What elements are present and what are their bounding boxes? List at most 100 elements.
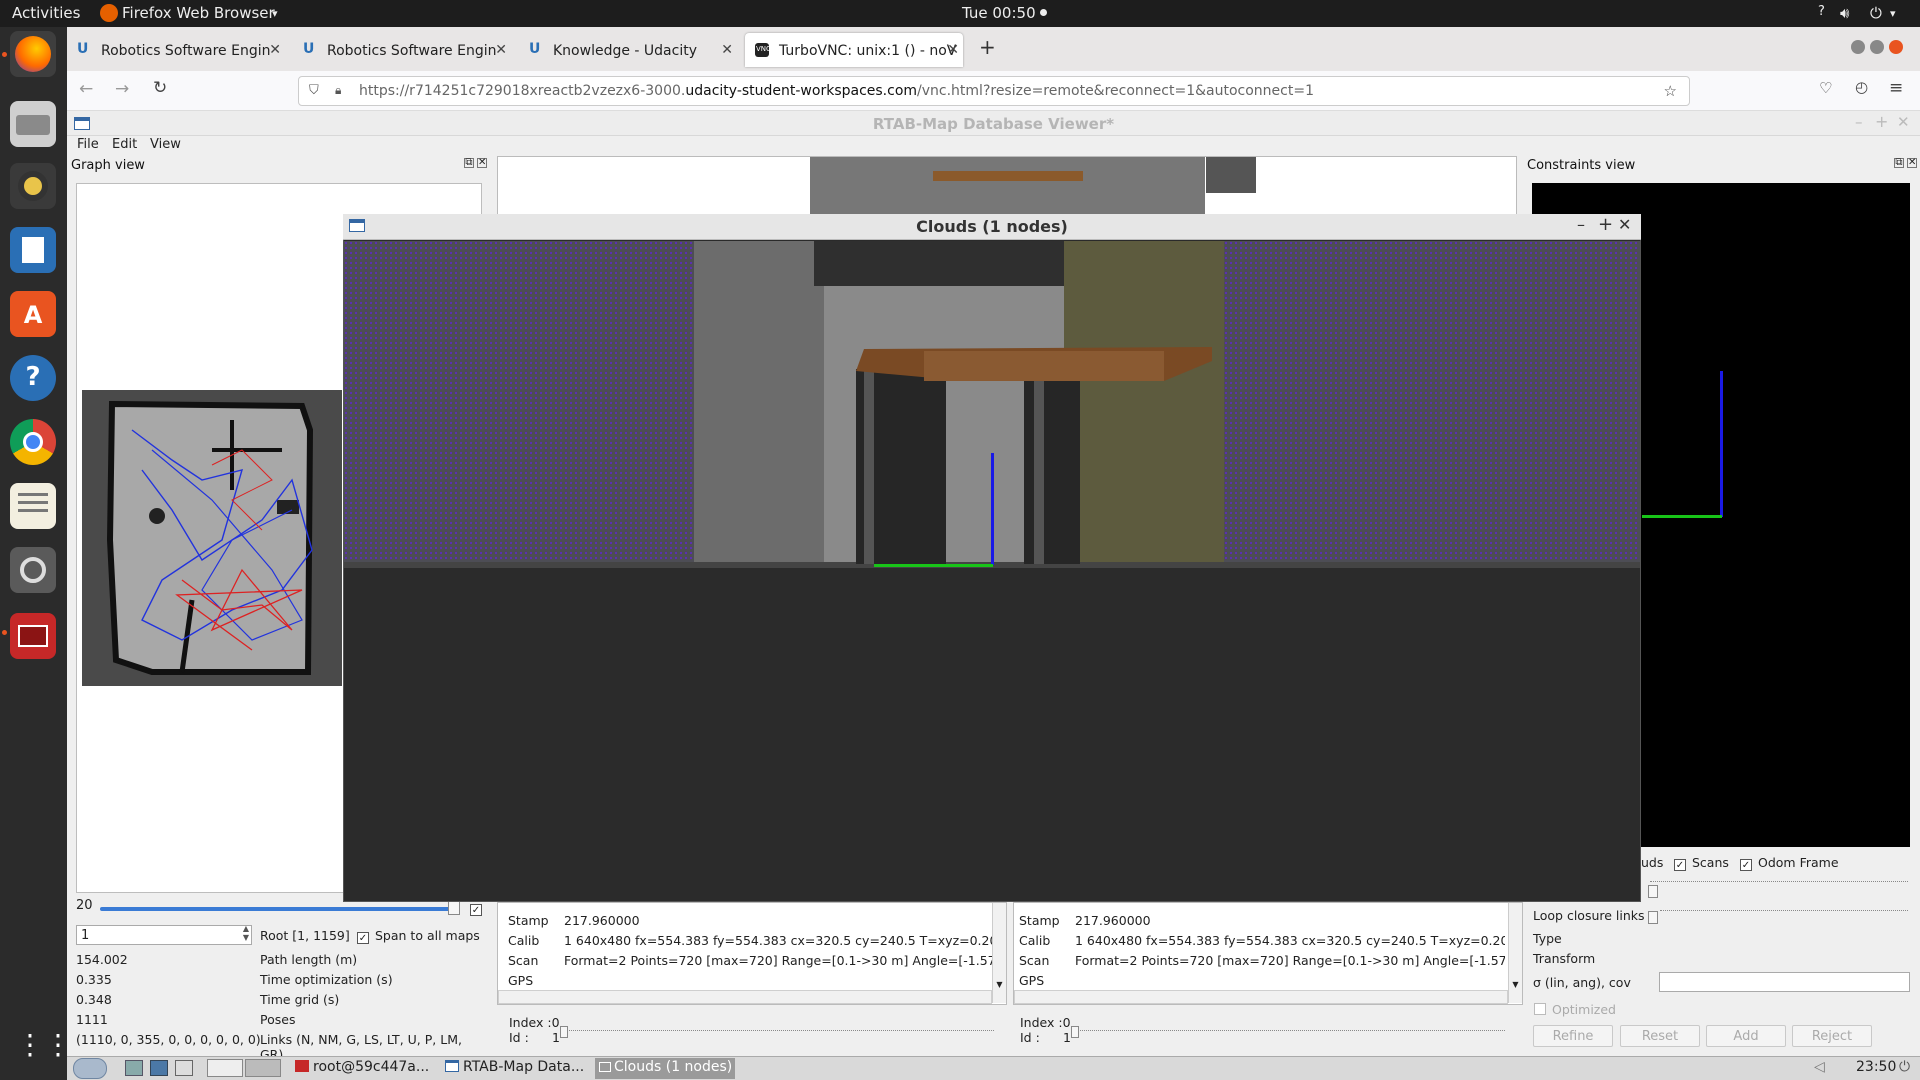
- id-slider-handle[interactable]: [1071, 1026, 1079, 1038]
- show-applications-icon[interactable]: ⋮⋮: [16, 1030, 72, 1064]
- clouds-titlebar: Clouds (1 nodes) – + ✕: [343, 214, 1641, 240]
- reject-button[interactable]: Reject: [1792, 1025, 1872, 1047]
- add-button[interactable]: Add: [1706, 1025, 1786, 1047]
- url-bar[interactable]: ⛉ 🔒︎ https://r714251c729018xreactb2vzezx…: [298, 76, 1690, 106]
- maximize-button[interactable]: [1870, 40, 1884, 54]
- close-window-button[interactable]: [1889, 40, 1903, 54]
- minimize-button[interactable]: [1851, 40, 1865, 54]
- id-slider-handle[interactable]: [560, 1026, 568, 1038]
- power-icon[interactable]: ⏻: [1870, 4, 1882, 22]
- id-slider-right[interactable]: [1073, 1030, 1505, 1034]
- power-icon[interactable]: ⏻: [1899, 1059, 1910, 1075]
- chevron-down-icon: ▾: [272, 7, 278, 20]
- writer-icon[interactable]: [10, 227, 56, 273]
- help-dock-icon[interactable]: ?: [10, 355, 56, 401]
- slider-handle[interactable]: [1648, 885, 1658, 898]
- menu-edit[interactable]: Edit: [112, 137, 137, 152]
- menu-file[interactable]: File: [77, 137, 99, 152]
- loop-closure-label: Loop closure links: [1533, 908, 1645, 923]
- rhythmbox-icon[interactable]: [10, 163, 56, 209]
- float-icon[interactable]: ⧉: [1894, 158, 1904, 168]
- forward-icon[interactable]: →: [115, 79, 129, 99]
- show-desktop-icon[interactable]: [125, 1060, 143, 1076]
- tab-robotics-2[interactable]: U Robotics Software Engin ✕: [293, 33, 511, 67]
- bookmark-star-icon[interactable]: ☆: [1664, 82, 1677, 100]
- tab-knowledge[interactable]: U Knowledge - Udacity ✕: [519, 33, 737, 67]
- constraints-slider-1[interactable]: [1650, 881, 1908, 885]
- id-value-right: 1: [1063, 1030, 1071, 1045]
- firefox-dock-icon[interactable]: [10, 31, 56, 77]
- minimize-icon[interactable]: –: [1577, 215, 1585, 234]
- reload-icon[interactable]: ↻: [153, 78, 167, 98]
- image-view[interactable]: [497, 156, 1517, 217]
- cloud-render[interactable]: [344, 241, 1640, 901]
- browser-launcher-icon[interactable]: [175, 1060, 193, 1076]
- close-icon[interactable]: ✕: [947, 42, 959, 58]
- chrome-icon[interactable]: [10, 419, 56, 465]
- float-icon[interactable]: ⧉: [464, 158, 474, 168]
- horizontal-scrollbar[interactable]: [498, 990, 992, 1004]
- maximize-icon[interactable]: +: [1598, 214, 1613, 235]
- close-icon[interactable]: ✕: [1897, 113, 1910, 131]
- pocket-icon[interactable]: ♡: [1819, 79, 1832, 97]
- start-icon[interactable]: [73, 1058, 107, 1079]
- help-icon[interactable]: ?: [1818, 4, 1825, 19]
- files-icon[interactable]: [10, 101, 56, 147]
- spin-arrows-icon[interactable]: ▲ ▼: [243, 924, 249, 942]
- zoom-slider[interactable]: [100, 907, 456, 911]
- close-icon[interactable]: ✕: [477, 158, 487, 168]
- close-icon[interactable]: ✕: [269, 42, 281, 58]
- text-editor-icon[interactable]: [10, 483, 56, 529]
- scans-checkbox[interactable]: ✓: [1674, 859, 1686, 871]
- slider-handle[interactable]: [1648, 911, 1658, 924]
- volume-icon[interactable]: 🔊︎: [1840, 4, 1849, 22]
- stat-value: 154.002: [76, 952, 128, 967]
- taskbar-rtabmap[interactable]: RTAB-Map Data...: [445, 1059, 590, 1078]
- maximize-icon[interactable]: +: [1875, 112, 1888, 131]
- loop-closure-slider[interactable]: [1660, 910, 1908, 914]
- new-tab-button[interactable]: +: [979, 35, 996, 59]
- optimized-checkbox[interactable]: [1534, 1003, 1546, 1015]
- tab-robotics-1[interactable]: U Robotics Software Engin ✕: [67, 33, 285, 67]
- taskbar-terminal[interactable]: root@59c447a...: [295, 1059, 440, 1078]
- sigma-field[interactable]: [1659, 972, 1910, 992]
- zoom-slider-handle[interactable]: [448, 901, 460, 915]
- workspace-2[interactable]: [245, 1059, 281, 1077]
- root-spinbox[interactable]: 1 ▲ ▼: [76, 924, 252, 945]
- app-menu[interactable]: Firefox Web Browser: [122, 4, 275, 22]
- zoom-slider-value: 20: [76, 898, 93, 913]
- terminal-launcher-icon[interactable]: [150, 1060, 168, 1076]
- refine-button[interactable]: Refine: [1533, 1025, 1613, 1047]
- reset-button[interactable]: Reset: [1620, 1025, 1700, 1047]
- back-icon[interactable]: ←: [79, 79, 93, 99]
- clouds-window[interactable]: [343, 214, 1641, 902]
- vertical-scrollbar[interactable]: ▼: [992, 903, 1006, 1003]
- taskbar-clouds[interactable]: Clouds (1 nodes): [595, 1058, 735, 1079]
- vnc-icon[interactable]: [10, 613, 56, 659]
- activities-button[interactable]: Activities: [12, 4, 80, 22]
- software-icon[interactable]: A: [10, 291, 56, 337]
- close-icon[interactable]: ✕: [721, 42, 733, 58]
- id-slider-left[interactable]: [562, 1030, 994, 1034]
- volume-icon[interactable]: ◁: [1814, 1059, 1825, 1075]
- dock: A ? ▸ ⋮⋮: [0, 27, 83, 1080]
- minimize-icon[interactable]: –: [1855, 113, 1863, 131]
- odom-frame-checkbox[interactable]: ✓: [1740, 859, 1752, 871]
- clock[interactable]: Tue 00:50: [962, 4, 1036, 22]
- settings-icon[interactable]: [10, 547, 56, 593]
- account-icon[interactable]: ◴: [1855, 78, 1868, 96]
- lock-icon: 🔒︎: [335, 83, 342, 97]
- gps-key: GPS: [508, 973, 534, 988]
- close-icon[interactable]: ✕: [1618, 215, 1631, 234]
- menu-icon[interactable]: ≡: [1889, 78, 1903, 98]
- workspace-1[interactable]: [207, 1059, 243, 1077]
- span-checkbox[interactable]: ✓: [357, 932, 369, 944]
- zoom-checkbox[interactable]: ✓: [470, 904, 482, 916]
- close-icon[interactable]: ✕: [1907, 158, 1917, 168]
- horizontal-scrollbar[interactable]: [1014, 990, 1508, 1004]
- tab-turbovnc[interactable]: VNC TurboVNC: unix:1 () - noV ✕: [745, 33, 963, 67]
- constraints-view-title: Constraints view: [1527, 158, 1636, 173]
- vertical-scrollbar[interactable]: ▼: [1508, 903, 1522, 1003]
- menu-view[interactable]: View: [150, 137, 181, 152]
- close-icon[interactable]: ✕: [495, 42, 507, 58]
